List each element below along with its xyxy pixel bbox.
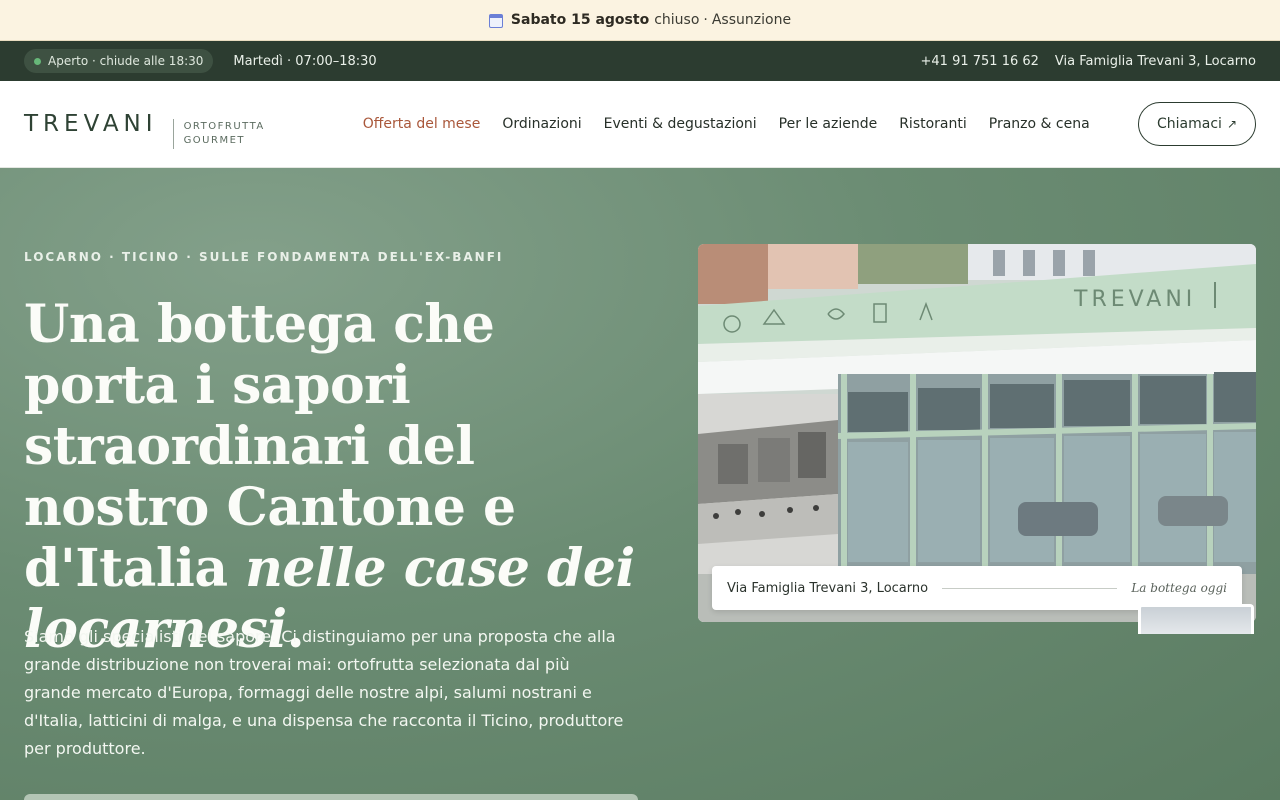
nav-item-ordinazioni[interactable]: Ordinazioni (502, 116, 581, 132)
announcement-date: Sabato 15 agosto (510, 12, 650, 28)
nav-item-pranzo[interactable]: Pranzo & cena (989, 116, 1090, 132)
nav-item-ristoranti[interactable]: Ristoranti (899, 116, 967, 132)
nav-menu: Offerta del mese Ordinazioni Eventi & de… (363, 116, 1090, 132)
announcement-status: chiuso (654, 12, 700, 28)
caption-tag: La bottega oggi (1131, 581, 1227, 595)
nav-item-eventi[interactable]: Eventi & degustazioni (604, 116, 757, 132)
storefront-sign: TREVANI (1073, 287, 1196, 312)
hero-lead: Siamo gli specialisti del sapore. Ci dis… (24, 627, 624, 758)
logo-wordmark: TREVANI (24, 111, 158, 137)
call-button[interactable]: Chiamaci ↗ (1138, 102, 1256, 146)
call-button-label: Chiamaci (1157, 116, 1222, 132)
calendar-icon (488, 14, 503, 28)
logo-divider (172, 119, 174, 149)
nav-item-offerta[interactable]: Offerta del mese (363, 116, 481, 132)
announcement-bar: Sabato 15 agosto chiuso · Assunzione (0, 0, 1280, 41)
photo-thumbnail-image (1141, 607, 1251, 634)
hero-eyebrow: LOCARNO · TICINO · SULLE FONDAMENTA DELL… (24, 250, 504, 264)
open-status-text: Aperto · chiude alle 18:30 (48, 54, 204, 68)
main-nav: TREVANI ORTOFRUTTA GOURMET Offerta del m… (0, 81, 1280, 168)
logo[interactable]: TREVANI ORTOFRUTTA GOURMET (24, 109, 265, 149)
announcement-separator: · (703, 12, 708, 28)
arrow-up-right-icon: ↗ (1226, 117, 1237, 131)
photo-thumbnail[interactable] (1138, 604, 1254, 634)
announcement-link[interactable]: Assunzione (712, 12, 791, 28)
opening-hours: Martedì · 07:00–18:30 (233, 53, 377, 69)
caption-address: Via Famiglia Trevani 3, Locarno (727, 580, 929, 596)
hero-headline: Una bottega che porta i sapori straordin… (24, 294, 664, 660)
logo-subtitle-line-2: GOURMET (183, 135, 246, 146)
address-link[interactable]: Via Famiglia Trevani 3, Locarno (1055, 54, 1256, 69)
logo-subtitle: ORTOFRUTTA GOURMET (184, 120, 265, 148)
status-bar: Aperto · chiude alle 18:30 Martedì · 07:… (0, 41, 1280, 81)
open-status-badge: Aperto · chiude alle 18:30 (24, 49, 214, 73)
nav-item-aziende[interactable]: Per le aziende (779, 116, 878, 132)
logo-subtitle-line-1: ORTOFRUTTA (183, 121, 265, 132)
caption-divider (942, 587, 1118, 589)
hero-bottom-card (24, 794, 638, 800)
open-dot-icon (34, 57, 41, 65)
phone-link[interactable]: +41 91 751 16 62 (921, 54, 1039, 69)
